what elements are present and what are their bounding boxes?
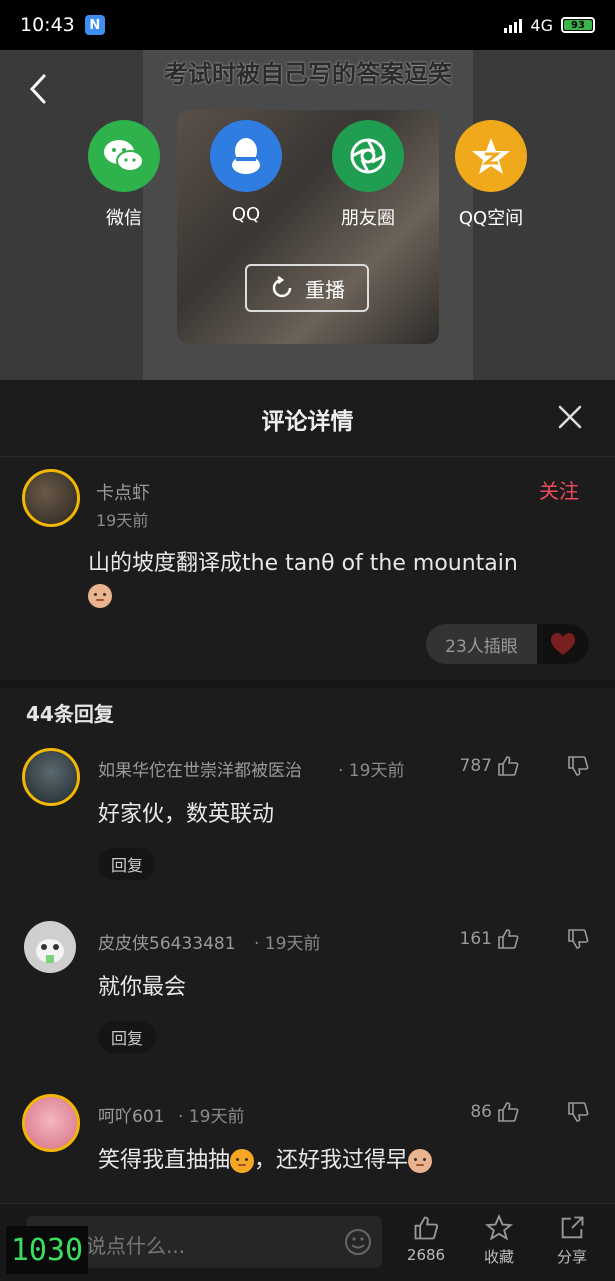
collect-button[interactable]: 收藏 [469, 1214, 529, 1267]
replay-button[interactable]: 重播 [245, 264, 369, 312]
thumbs-down-icon [568, 1102, 589, 1122]
like-button[interactable]: 161 [440, 927, 520, 951]
panel-title: 评论详情 [261, 409, 354, 435]
share-moments[interactable]: 朋友圈 [313, 120, 423, 230]
laugh-emoji-icon [230, 1149, 255, 1173]
wechat-icon [88, 120, 160, 192]
main-comment: 卡点虾 19天前 关注 山的坡度翻译成the tanθ of the mount… [0, 457, 615, 679]
share-button[interactable]: 分享 [542, 1214, 602, 1267]
reply-button[interactable]: 回复 [98, 1021, 156, 1053]
app-notification-icon: N [84, 15, 105, 35]
avatar[interactable] [24, 921, 76, 973]
reply-author[interactable]: 呵吖601 [98, 1102, 164, 1127]
thumbs-up-icon [498, 756, 519, 776]
reply-text: 笑得我直抽抽 ，还好我过得早 [98, 1142, 433, 1174]
replay-icon [272, 276, 292, 298]
like-button[interactable]: 787 [440, 754, 520, 778]
like-button[interactable]: 86 [440, 1100, 520, 1124]
video-caption: 考试时被自己写的答案逗笑 [164, 60, 452, 88]
overlay-counter: 1030 [6, 1226, 88, 1274]
reply-text-part2: ，还好我过得早 [254, 1148, 409, 1173]
reply-text-part1: 笑得我直抽抽 [98, 1148, 231, 1173]
share-moments-label: 朋友圈 [341, 208, 395, 229]
reply-button[interactable]: 回复 [98, 848, 156, 880]
share-label: 分享 [556, 1248, 587, 1266]
moments-icon [332, 120, 404, 192]
comment-input-placeholder: 说点什么... [86, 1234, 186, 1258]
close-icon [558, 405, 582, 429]
dislike-button[interactable] [566, 927, 590, 951]
comment-time: 19天前 [96, 511, 149, 530]
thumbs-down-icon [568, 756, 589, 776]
qq-icon [210, 120, 282, 192]
share-wechat-label: 微信 [106, 208, 142, 229]
thumbs-down-icon [568, 929, 589, 949]
network-type: 4G [530, 15, 553, 35]
panel-header: 评论详情 [0, 380, 615, 457]
replay-label: 重播 [305, 277, 345, 302]
plug-eye-button[interactable]: 23人插眼 [426, 624, 589, 664]
reply-author[interactable]: 皮皮侠56433481 [98, 929, 236, 954]
reply-text: 好家伙，数英联动 [98, 802, 275, 827]
comment-detail-panel: 评论详情 卡点虾 19天前 关注 山的坡度翻译成the tanθ of the … [0, 380, 615, 1280]
smirk-emoji-icon [408, 1149, 433, 1173]
follow-button[interactable]: 关注 [539, 475, 579, 504]
reply-item: 皮皮侠56433481 · 19天前 161 就你最会 回复 [0, 917, 615, 1087]
heart-sticker-icon [537, 624, 589, 664]
share-wechat[interactable]: 微信 [69, 120, 179, 230]
share-qzone[interactable]: QQ空间 [436, 120, 546, 230]
video-like-count: 2686 [406, 1246, 446, 1264]
share-qzone-label: QQ空间 [458, 208, 524, 229]
reply-time: · 19天前 [254, 934, 321, 954]
comment-text: 山的坡度翻译成the tanθ of the mountain [88, 545, 588, 608]
smirk-emoji-icon [88, 584, 112, 608]
emoji-picker-icon[interactable] [344, 1228, 372, 1256]
signal-icon [504, 17, 523, 33]
avatar[interactable] [22, 1094, 80, 1152]
close-button[interactable] [555, 402, 585, 432]
reply-time: · 19天前 [178, 1107, 245, 1127]
back-button[interactable] [24, 72, 54, 106]
reply-item: 如果华佗在世崇洋都被医治 · 19天前 787 好家伙，数英联动 回复 [0, 744, 615, 914]
bottom-action-bar: 说点什么... 2686 收藏 分享 [0, 1203, 615, 1281]
video-player[interactable]: 考试时被自己写的答案逗笑 微信 QQ 朋友圈 QQ空间 重播 [0, 50, 615, 380]
reply-author[interactable]: 如果华佗在世崇洋都被医治 [98, 756, 302, 781]
reply-text: 就你最会 [98, 975, 187, 1000]
dislike-button[interactable] [566, 1100, 590, 1124]
collect-label: 收藏 [483, 1248, 514, 1266]
qzone-icon [455, 120, 527, 192]
like-count: 787 [459, 756, 492, 776]
thumbs-up-icon [498, 1102, 519, 1122]
dislike-button[interactable] [566, 754, 590, 778]
battery-icon: 93 [561, 17, 595, 33]
avatar[interactable] [22, 469, 80, 527]
like-count: 161 [459, 929, 492, 949]
like-count: 86 [470, 1102, 492, 1122]
avatar[interactable] [22, 748, 80, 806]
share-icon [561, 1216, 584, 1239]
thumbs-up-icon [414, 1216, 439, 1240]
star-icon [485, 1214, 513, 1241]
reply-time: · 19天前 [338, 761, 405, 781]
like-video-button[interactable]: 2686 [396, 1214, 456, 1264]
battery-level: 93 [564, 20, 592, 31]
plug-count: 23人插眼 [445, 636, 518, 657]
share-qq-label: QQ [231, 204, 261, 225]
share-options: 微信 QQ 朋友圈 QQ空间 [0, 120, 615, 240]
comment-author[interactable]: 卡点虾 [96, 479, 150, 505]
section-divider [0, 680, 615, 688]
share-qq[interactable]: QQ [191, 120, 301, 225]
status-time: 10:43 [20, 14, 75, 36]
status-bar: 10:43 N 4G 93 [0, 0, 615, 50]
reply-count: 44条回复 [26, 702, 114, 726]
chevron-left-icon [29, 74, 46, 104]
comment-text-content: 山的坡度翻译成the tanθ of the mountain [88, 551, 518, 576]
thumbs-up-icon [498, 929, 519, 949]
